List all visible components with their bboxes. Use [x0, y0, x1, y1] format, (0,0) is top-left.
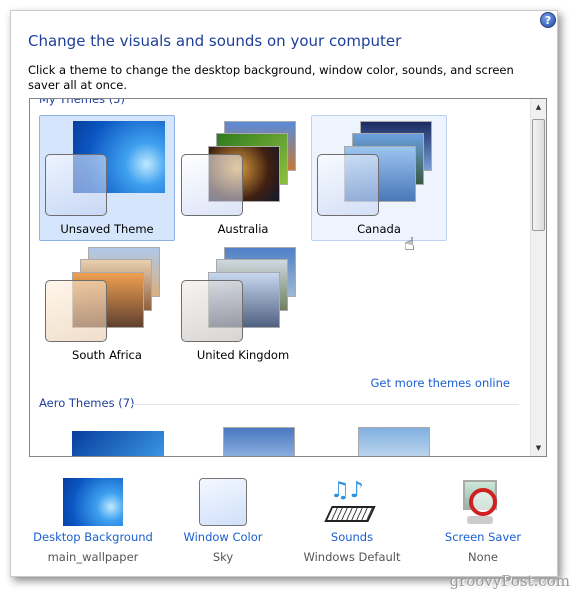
watermark: groovyPost.com [449, 572, 570, 590]
window-color-icon [199, 478, 247, 526]
help-icon[interactable]: ? [540, 12, 556, 28]
screen-saver-value: None [467, 550, 498, 564]
window-color-swatch [45, 154, 107, 216]
theme-label: South Africa [72, 348, 142, 362]
theme-unsaved[interactable]: Unsaved Theme [39, 115, 175, 241]
aero-theme-preview[interactable] [223, 427, 295, 456]
sounds-link[interactable]: Sounds [277, 530, 427, 544]
theme-label: United Kingdom [196, 348, 290, 362]
aero-theme-preview[interactable] [358, 427, 430, 456]
group-my-themes: My Themes (5) [39, 98, 125, 106]
theme-canada[interactable]: Canada [311, 115, 447, 241]
desktop-background-link[interactable]: Desktop Background [18, 530, 168, 544]
theme-label: Australia [217, 222, 269, 236]
theme-list: My Themes (5) Unsaved Theme Australia Ca… [29, 98, 547, 457]
screen-saver-link[interactable]: Screen Saver [408, 530, 558, 544]
scroll-up-button[interactable]: ▲ [531, 99, 546, 115]
window-color-swatch [181, 154, 243, 216]
scroll-thumb[interactable] [532, 119, 545, 231]
group-divider [132, 404, 519, 405]
theme-australia[interactable]: Australia [175, 115, 311, 241]
theme-united-kingdom[interactable]: United Kingdom [175, 241, 311, 367]
window-color-swatch [181, 280, 243, 342]
window-color-swatch [317, 154, 379, 216]
group-aero-themes: Aero Themes (7) [39, 396, 135, 410]
scroll-down-button[interactable]: ▼ [531, 440, 546, 456]
hand-cursor-icon: ☝ [404, 234, 415, 255]
theme-south-africa[interactable]: South Africa [39, 241, 175, 367]
scrollbar[interactable]: ▲ ▼ [530, 99, 546, 456]
screen-saver-icon [453, 478, 513, 526]
wallpaper-icon [63, 478, 123, 526]
get-more-themes-link[interactable]: Get more themes online [371, 376, 510, 390]
window-color-link[interactable]: Window Color [148, 530, 298, 544]
aero-theme-preview[interactable] [72, 431, 164, 456]
theme-label: Unsaved Theme [60, 222, 154, 236]
page-title: Change the visuals and sounds on your co… [28, 32, 402, 50]
window-color-value: Sky [212, 550, 234, 564]
desktop-background-value: main_wallpaper [47, 550, 139, 564]
sounds-value: Windows Default [303, 550, 401, 564]
window-color-swatch [45, 280, 107, 342]
theme-label: Canada [357, 222, 401, 236]
sounds-icon: ♫♪ [322, 478, 382, 526]
page-description: Click a theme to change the desktop back… [28, 63, 514, 92]
